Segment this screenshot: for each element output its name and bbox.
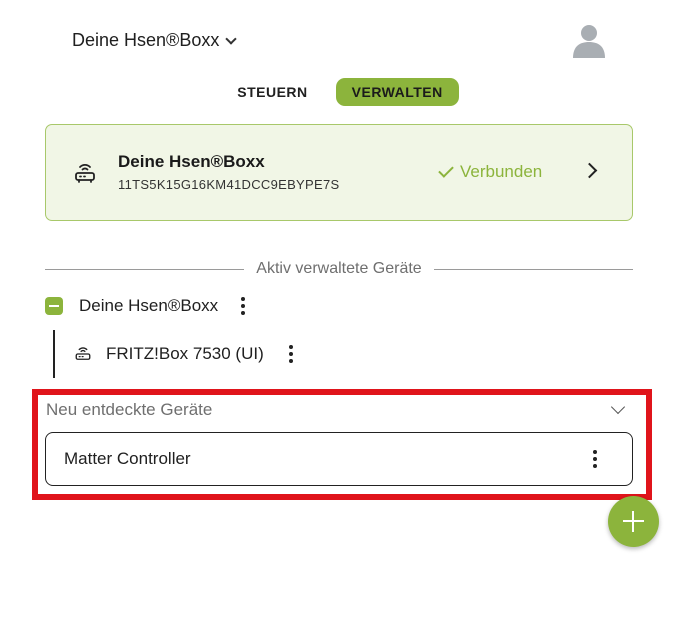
chevron-right-icon[interactable] (581, 162, 598, 179)
discovered-device-name: Matter Controller (64, 449, 191, 468)
discovered-section-header[interactable]: Neu entdeckte Geräte (46, 399, 632, 421)
tree-connector (53, 330, 55, 378)
tab-verwalten[interactable]: VERWALTEN (335, 78, 459, 106)
router-icon (75, 164, 95, 183)
parent-device-name: Deine Hsen®Boxx (79, 296, 219, 315)
tab-steuern[interactable]: STEUERN (221, 78, 323, 106)
hub-name: Deine Hsen®Boxx (118, 152, 265, 171)
managed-child-row: FRITZ!Box 7530 (UI) (74, 342, 303, 366)
hub-selector[interactable]: Deine Hsen®Boxx (72, 30, 238, 51)
managed-section-title: Aktiv verwaltete Geräte (256, 260, 422, 277)
more-options-icon[interactable] (583, 447, 607, 471)
hub-title: Deine Hsen®Boxx (72, 30, 220, 50)
check-icon (438, 162, 454, 178)
more-options-icon[interactable] (231, 294, 255, 318)
mode-tabs: STEUERN VERWALTEN (0, 78, 680, 106)
managed-parent-row: Deine Hsen®Boxx (45, 294, 255, 318)
discovered-section-title: Neu entdeckte Geräte (46, 400, 213, 419)
add-device-button[interactable] (608, 496, 659, 547)
discovered-device-card[interactable]: Matter Controller (45, 432, 633, 486)
status-text: Verbunden (460, 162, 543, 181)
hub-status-card[interactable]: Deine Hsen®Boxx 11TS5K15G16KM41DCC9EBYPE… (45, 124, 633, 221)
connection-status: Verbunden (438, 162, 543, 182)
chevron-down-icon[interactable] (610, 399, 626, 415)
router-icon (75, 347, 91, 360)
hub-serial: 11TS5K15G16KM41DCC9EBYPE7S (118, 177, 340, 192)
child-device-name: FRITZ!Box 7530 (UI) (106, 344, 264, 363)
chevron-down-icon (225, 32, 238, 45)
user-avatar-icon[interactable] (571, 22, 607, 58)
section-divider-managed: Aktiv verwaltete Geräte (45, 259, 633, 279)
more-options-icon[interactable] (279, 342, 303, 366)
collapse-toggle-icon[interactable] (45, 297, 63, 315)
